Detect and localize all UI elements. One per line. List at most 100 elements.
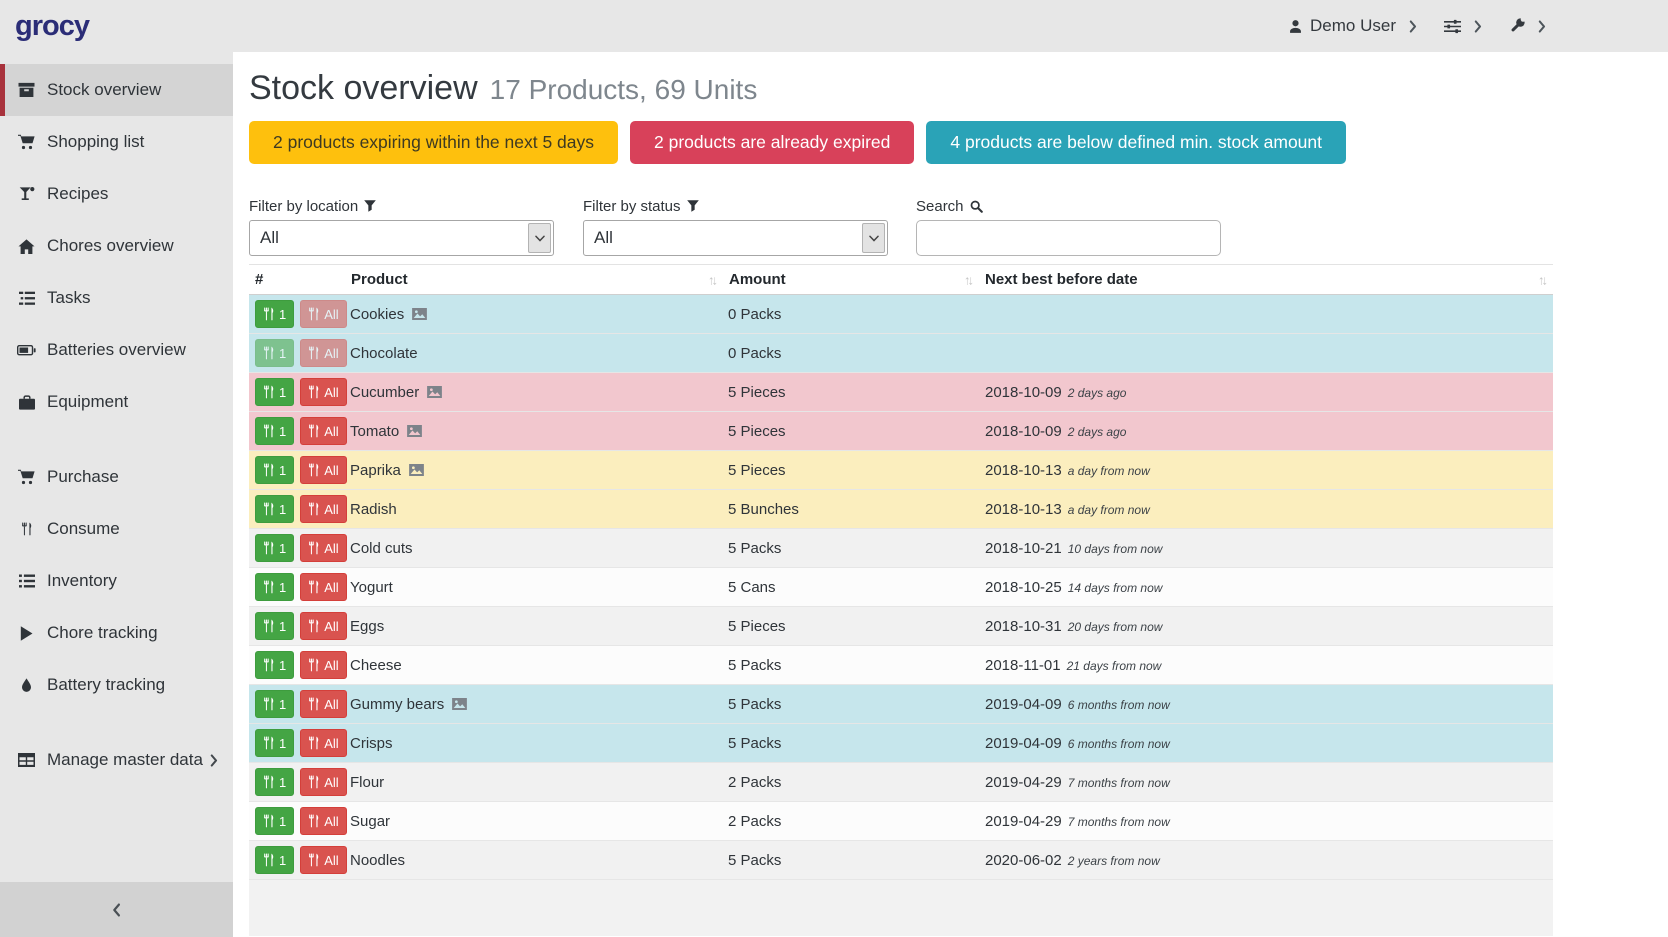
chevron-right-icon[interactable] bbox=[1409, 20, 1417, 33]
drop-icon bbox=[16, 678, 37, 693]
list-icon bbox=[16, 574, 37, 588]
product-amount: 5 Packs bbox=[723, 696, 979, 713]
sidebar-item-chores-overview[interactable]: Chores overview bbox=[0, 220, 233, 272]
sidebar-item-purchase[interactable]: Purchase bbox=[0, 451, 233, 503]
sidebar-item-label: Recipes bbox=[47, 184, 108, 204]
consume-all-button[interactable]: All bbox=[300, 456, 346, 484]
consume-all-button[interactable]: All bbox=[300, 690, 346, 718]
alert-below-min-stock[interactable]: 4 products are below defined min. stock … bbox=[926, 121, 1346, 164]
utensils-icon bbox=[308, 736, 320, 750]
sidebar-item-equipment[interactable]: Equipment bbox=[0, 376, 233, 428]
sidebar-item-label: Battery tracking bbox=[47, 675, 165, 695]
consume-one-button[interactable]: 1 bbox=[255, 300, 294, 328]
consume-all-button[interactable]: All bbox=[300, 378, 346, 406]
best-before-relative: 14 days from now bbox=[1068, 581, 1163, 595]
consume-one-button[interactable]: 1 bbox=[255, 378, 294, 406]
column-header-next-best-before-date[interactable]: Next best before date ↑↓ bbox=[979, 271, 1553, 288]
sidebar-item-tasks[interactable]: Tasks bbox=[0, 272, 233, 324]
consume-all-button[interactable]: All bbox=[300, 729, 346, 757]
user-icon bbox=[1288, 19, 1303, 34]
sidebar-item-consume[interactable]: Consume bbox=[0, 503, 233, 555]
consume-one-button[interactable]: 1 bbox=[255, 729, 294, 757]
consume-one-button[interactable]: 1 bbox=[255, 651, 294, 679]
row-actions: 1 All bbox=[249, 768, 345, 796]
alert-text: 2 products are already expired bbox=[654, 132, 890, 153]
consume-one-button[interactable]: 1 bbox=[255, 768, 294, 796]
product-image-icon[interactable] bbox=[407, 425, 422, 437]
utensils-icon bbox=[308, 619, 320, 633]
product-image-icon[interactable] bbox=[427, 386, 442, 398]
alert-expired[interactable]: 2 products are already expired bbox=[630, 121, 914, 164]
consume-one-button[interactable]: 1 bbox=[255, 495, 294, 523]
sliders-icon bbox=[1444, 18, 1461, 35]
column-header-amount[interactable]: Amount ↑↓ bbox=[723, 271, 979, 288]
status-filter-select[interactable]: All bbox=[583, 220, 888, 256]
best-before-relative: a day from now bbox=[1068, 464, 1150, 478]
consume-one-button[interactable]: 1 bbox=[255, 807, 294, 835]
utensils-icon bbox=[263, 658, 275, 672]
search-input[interactable] bbox=[916, 220, 1221, 256]
utensils-icon bbox=[263, 346, 275, 360]
sidebar-collapse-button[interactable] bbox=[0, 882, 233, 937]
sidebar-item-stock-overview[interactable]: Stock overview bbox=[0, 64, 233, 116]
utensils-icon bbox=[263, 814, 275, 828]
consume-all-button[interactable]: All bbox=[300, 768, 346, 796]
sidebar-item-chore-tracking[interactable]: Chore tracking bbox=[0, 607, 233, 659]
consume-all-button[interactable]: All bbox=[300, 651, 346, 679]
utensils-icon bbox=[263, 541, 275, 555]
consume-one-button[interactable]: 1 bbox=[255, 846, 294, 874]
settings-menu[interactable] bbox=[1444, 18, 1461, 35]
sidebar-item-recipes[interactable]: Recipes bbox=[0, 168, 233, 220]
column-header-index[interactable]: # bbox=[249, 271, 345, 288]
user-menu[interactable]: Demo User bbox=[1288, 16, 1396, 36]
chevron-right-icon[interactable] bbox=[1474, 20, 1482, 33]
product-name: Noodles bbox=[350, 852, 405, 869]
sidebar-item-inventory[interactable]: Inventory bbox=[0, 555, 233, 607]
utensils-icon bbox=[263, 307, 275, 321]
consume-all-button[interactable]: All bbox=[300, 534, 346, 562]
chevron-right-icon[interactable] bbox=[1538, 20, 1546, 33]
sort-icon: ↑↓ bbox=[964, 271, 971, 288]
utensils-icon bbox=[308, 580, 320, 594]
consume-all-button[interactable]: All bbox=[300, 495, 346, 523]
product-image-icon[interactable] bbox=[412, 308, 427, 320]
product-name: Chocolate bbox=[350, 345, 418, 362]
best-before-date: 2019-04-29 7 months from now bbox=[979, 813, 1553, 830]
column-header-product[interactable]: Product ↑↓ bbox=[345, 271, 723, 288]
best-before-relative: 21 days from now bbox=[1067, 659, 1162, 673]
consume-all-button[interactable]: All bbox=[300, 573, 346, 601]
consume-all-button[interactable]: All bbox=[300, 807, 346, 835]
consume-one-button[interactable]: 1 bbox=[255, 690, 294, 718]
consume-all-button[interactable]: All bbox=[300, 417, 346, 445]
best-before-date: 2018-10-31 20 days from now bbox=[979, 618, 1553, 635]
location-filter-select[interactable]: All bbox=[249, 220, 554, 256]
product-image-icon[interactable] bbox=[452, 698, 467, 710]
sidebar-item-shopping-list[interactable]: Shopping list bbox=[0, 116, 233, 168]
table-row: 1 All Sugar 2 Packs 2019-04-29 7 months … bbox=[249, 802, 1553, 841]
product-image-icon[interactable] bbox=[409, 464, 424, 476]
utensils-icon bbox=[263, 424, 275, 438]
consume-one-button[interactable]: 1 bbox=[255, 417, 294, 445]
top-header: grocy Demo User bbox=[0, 0, 1668, 52]
alert-expiring-soon[interactable]: 2 products expiring within the next 5 da… bbox=[249, 121, 618, 164]
consume-all-button[interactable]: All bbox=[300, 846, 346, 874]
consume-all-button[interactable]: All bbox=[300, 612, 346, 640]
consume-one-button[interactable]: 1 bbox=[255, 339, 294, 367]
sidebar-item-manage-master-data[interactable]: Manage master data bbox=[0, 734, 233, 786]
consume-one-button[interactable]: 1 bbox=[255, 534, 294, 562]
app-logo[interactable]: grocy bbox=[15, 10, 89, 43]
admin-menu[interactable] bbox=[1509, 18, 1525, 34]
best-before-date: 2018-10-09 2 days ago bbox=[979, 423, 1553, 440]
consume-all-button[interactable]: All bbox=[300, 339, 346, 367]
consume-one-button[interactable]: 1 bbox=[255, 573, 294, 601]
utensils-icon bbox=[308, 346, 320, 360]
consume-one-button[interactable]: 1 bbox=[255, 612, 294, 640]
sidebar: Stock overview Shopping list Recipes Cho… bbox=[0, 52, 233, 937]
consume-one-button[interactable]: 1 bbox=[255, 456, 294, 484]
sidebar-item-batteries-overview[interactable]: Batteries overview bbox=[0, 324, 233, 376]
sidebar-item-label: Batteries overview bbox=[47, 340, 186, 360]
sidebar-item-battery-tracking[interactable]: Battery tracking bbox=[0, 659, 233, 711]
table-row: 1 All Cookies 0 Packs bbox=[249, 295, 1553, 334]
cocktail-icon bbox=[16, 186, 37, 202]
consume-all-button[interactable]: All bbox=[300, 300, 346, 328]
